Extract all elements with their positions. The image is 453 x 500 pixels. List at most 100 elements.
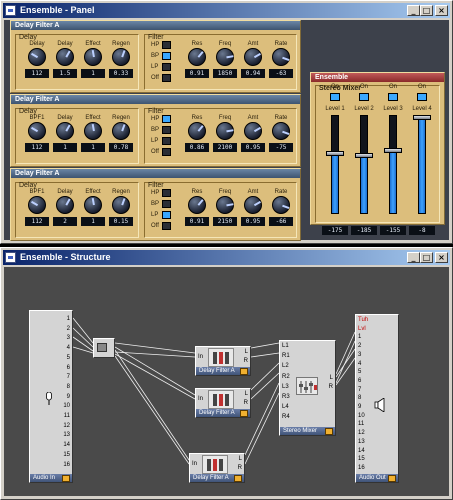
knob-amt[interactable]: Amt 0.95	[241, 188, 265, 226]
level-fader-handle[interactable]	[384, 147, 402, 153]
knob-dial[interactable]	[216, 196, 234, 214]
panel-titlebar[interactable]: Ensemble - Panel _ □ ×	[3, 3, 450, 18]
close-button[interactable]: ×	[435, 252, 448, 263]
audio-in-port[interactable]: 7	[67, 374, 70, 381]
delay-in-port[interactable]: In	[198, 354, 203, 361]
audio-in-port[interactable]: 4	[67, 345, 70, 352]
knob-regen[interactable]: Regen 0.33	[109, 40, 133, 78]
knob-rate[interactable]: Rate -75	[269, 114, 293, 152]
channel-on-button[interactable]	[359, 93, 369, 101]
knob-delay[interactable]: Delay 1.5	[53, 40, 77, 78]
audio-out-port[interactable]: 3	[358, 352, 361, 359]
filter-mode-led[interactable]	[162, 148, 171, 156]
audio-out-port[interactable]: 16	[358, 465, 365, 472]
channel-on-button[interactable]	[330, 93, 340, 101]
delay-out-port[interactable]: L	[245, 349, 248, 356]
wire[interactable]	[72, 346, 94, 354]
knob-dial[interactable]	[28, 122, 46, 140]
knob-freq[interactable]: Freq 2100	[213, 114, 237, 152]
filter-mode-bp-button[interactable]: BP	[151, 200, 173, 208]
level-fader-handle[interactable]	[413, 114, 431, 120]
knob-dial[interactable]	[244, 122, 262, 140]
knob-effect[interactable]: Effect 1	[81, 114, 105, 152]
knob-dial[interactable]	[272, 122, 290, 140]
audio-in-port[interactable]: 11	[64, 413, 70, 420]
knob-dial[interactable]	[112, 196, 130, 214]
audio-in-port[interactable]: 13	[63, 432, 70, 439]
audio-out-port[interactable]: 11	[358, 421, 364, 428]
knob-dial[interactable]	[188, 196, 206, 214]
mixer-in-port[interactable]: R3	[282, 394, 290, 401]
audio-in-port[interactable]: 16	[63, 462, 70, 469]
maximize-button[interactable]: □	[420, 252, 433, 263]
channel-on-button[interactable]	[388, 93, 398, 101]
audio-in-port[interactable]: 9	[67, 394, 70, 401]
audio-out-port[interactable]: 5	[358, 369, 361, 376]
knob-dial[interactable]	[272, 196, 290, 214]
audio-out-port[interactable]: Tuh	[358, 317, 368, 324]
knob-dial[interactable]	[244, 48, 262, 66]
filter-mode-led[interactable]	[162, 52, 171, 60]
knob-delay[interactable]: Delay 1	[53, 114, 77, 152]
knob-dial[interactable]	[112, 48, 130, 66]
filter-mode-led[interactable]	[162, 222, 171, 230]
level-fader-track[interactable]	[418, 115, 426, 214]
wire[interactable]	[114, 349, 190, 461]
minimize-button[interactable]: _	[407, 252, 420, 263]
maximize-button[interactable]: □	[420, 5, 433, 16]
audio-out-port[interactable]: 10	[358, 413, 365, 420]
knob-dial[interactable]	[28, 48, 46, 66]
knob-freq[interactable]: Freq 2150	[213, 188, 237, 226]
knob-dial[interactable]	[84, 196, 102, 214]
knob-freq[interactable]: Freq 1850	[213, 40, 237, 78]
filter-mode-lp-button[interactable]: LP	[151, 63, 173, 71]
audio-out-port[interactable]: 8	[358, 395, 361, 402]
audio-in-port[interactable]: 6	[67, 365, 70, 372]
knob-bpf1[interactable]: BPF1 112	[25, 188, 49, 226]
level-fader-track[interactable]	[389, 115, 397, 214]
knob-dial[interactable]	[216, 48, 234, 66]
audio-in-port[interactable]: 2	[67, 326, 70, 333]
audio-out-port[interactable]: 9	[358, 404, 361, 411]
knob-dial[interactable]	[84, 122, 102, 140]
audio-in-port[interactable]: 8	[67, 384, 70, 391]
knob-rate[interactable]: Rate -63	[269, 40, 293, 78]
delay-out-port[interactable]: R	[238, 465, 242, 472]
mixer-out-port[interactable]: R	[329, 384, 333, 391]
audio-out-port[interactable]: 7	[358, 387, 361, 394]
knob-dial[interactable]	[188, 122, 206, 140]
knob-dial[interactable]	[112, 122, 130, 140]
filter-mode-off-button[interactable]: Off	[151, 74, 173, 82]
wire[interactable]	[250, 342, 280, 349]
mixer-in-port[interactable]: R1	[282, 353, 290, 360]
wire[interactable]	[114, 342, 196, 354]
knob-delay[interactable]: Delay 2	[53, 188, 77, 226]
minimize-button[interactable]: _	[407, 5, 420, 16]
delay-in-port[interactable]: In	[192, 461, 197, 468]
mixer-in-port[interactable]: L3	[282, 384, 289, 391]
mixer-in-port[interactable]: L4	[282, 404, 289, 411]
delay-out-port[interactable]: L	[239, 456, 242, 463]
mixer-in-port[interactable]: R4	[282, 414, 290, 421]
delay-out-port[interactable]: R	[244, 358, 248, 365]
delay-out-port[interactable]: R	[244, 400, 248, 407]
knob-regen[interactable]: Regen 0.78	[109, 114, 133, 152]
level-fader-handle[interactable]	[326, 150, 344, 156]
knob-effect[interactable]: Effect 1	[81, 40, 105, 78]
filter-mode-led[interactable]	[162, 200, 171, 208]
knob-dial[interactable]	[56, 48, 74, 66]
filter-mode-led[interactable]	[162, 211, 171, 219]
filter-mode-led[interactable]	[162, 189, 171, 197]
audio-in-port[interactable]: 5	[67, 355, 70, 362]
knob-dial[interactable]	[188, 48, 206, 66]
audio-out-port[interactable]: 12	[358, 430, 365, 437]
filter-mode-bp-button[interactable]: BP	[151, 52, 173, 60]
delay-filter-module[interactable]: In L R Delay Filter A	[189, 453, 245, 483]
wire[interactable]	[114, 355, 190, 465]
mixer-in-port[interactable]: L2	[282, 363, 289, 370]
mixer-in-port[interactable]: L1	[282, 343, 289, 350]
mixer-out-port[interactable]: L	[330, 375, 333, 382]
audio-in-port[interactable]: 1	[67, 316, 70, 323]
knob-rate[interactable]: Rate -66	[269, 188, 293, 226]
filter-mode-lp-button[interactable]: LP	[151, 211, 173, 219]
